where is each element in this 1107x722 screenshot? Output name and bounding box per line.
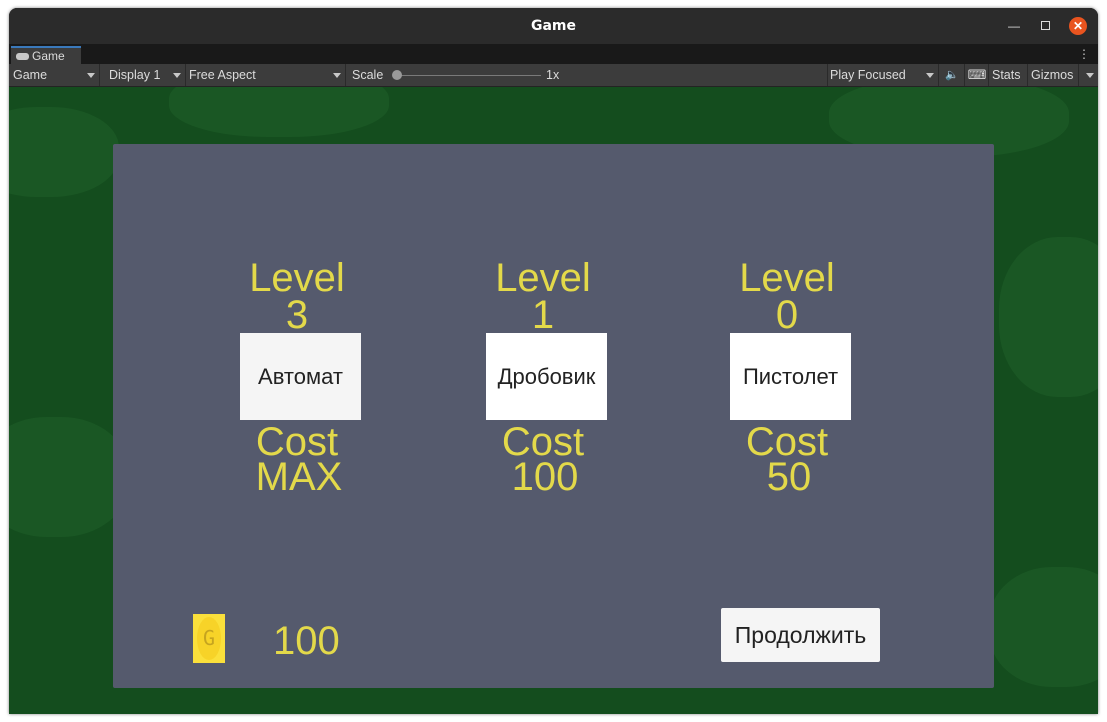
tab-game[interactable]: Game: [11, 46, 81, 64]
background-blob: [989, 567, 1098, 687]
cost-value: MAX: [255, 455, 343, 499]
level-value: 3: [285, 293, 309, 337]
more-options-icon[interactable]: ⋮: [1078, 46, 1090, 62]
weapon-button-shotgun[interactable]: Дробовик: [486, 333, 607, 420]
game-window: Game — ✕ Game ⋮ Game Display 1 Free Aspe…: [9, 8, 1098, 714]
level-value: 0: [775, 293, 799, 337]
scale-slider-handle[interactable]: [392, 70, 402, 80]
minimize-icon[interactable]: —: [1005, 17, 1023, 35]
chevron-down-icon: [926, 73, 934, 78]
background-blob: [999, 237, 1098, 397]
chevron-down-icon: [333, 73, 341, 78]
cost-value: 50: [766, 455, 812, 499]
display-dropdown[interactable]: Display 1: [109, 64, 185, 86]
scale-value: 1x: [546, 68, 560, 82]
level-label: Level: [495, 256, 591, 300]
aspect-label: Free Aspect: [189, 68, 256, 82]
money-amount: 100: [273, 619, 340, 663]
weapon-button-automat[interactable]: Автомат: [240, 333, 361, 420]
display-label: Display 1: [109, 68, 161, 82]
gamepad-icon: [16, 53, 29, 61]
background-blob: [169, 87, 389, 137]
play-mode-dropdown[interactable]: Play Focused: [830, 64, 938, 86]
gizmos-button[interactable]: Gizmos: [1031, 64, 1077, 86]
cost-value: 100: [511, 455, 579, 499]
play-mode-label: Play Focused: [830, 68, 906, 82]
game-toolbar: Game Display 1 Free Aspect Scale 1x Play…: [9, 64, 1098, 87]
tab-label: Game: [32, 49, 65, 63]
scale-slider-track[interactable]: [397, 75, 541, 76]
level-label: Level: [739, 256, 835, 300]
game-viewport[interactable]: Level 3 Автомат Cost MAX Level 1 Дробови…: [9, 87, 1098, 714]
background-blob: [9, 417, 129, 537]
chevron-down-icon: [87, 73, 95, 78]
shop-panel: Level 3 Автомат Cost MAX Level 1 Дробови…: [113, 144, 994, 688]
window-title: Game: [530, 18, 577, 34]
title-bar: Game — ✕: [9, 8, 1098, 44]
tab-bar: Game ⋮: [9, 44, 1098, 64]
weapon-button-pistol[interactable]: Пистолет: [730, 333, 851, 420]
coin-letter: G: [202, 626, 216, 650]
close-icon[interactable]: ✕: [1069, 17, 1087, 35]
view-mode-label: Game: [13, 68, 48, 82]
view-mode-dropdown[interactable]: Game: [13, 64, 99, 86]
gizmos-dropdown[interactable]: [1080, 64, 1098, 86]
keyboard-icon[interactable]: ⌨: [967, 64, 987, 86]
level-value: 1: [531, 293, 555, 337]
aspect-dropdown[interactable]: Free Aspect: [189, 64, 345, 86]
background-blob: [9, 107, 119, 197]
stats-button[interactable]: Stats: [992, 64, 1026, 86]
audio-icon[interactable]: 🔈: [941, 64, 963, 86]
coin-icon: G: [193, 614, 225, 663]
maximize-icon[interactable]: [1036, 17, 1054, 35]
chevron-down-icon: [173, 73, 181, 78]
level-label: Level: [249, 256, 345, 300]
continue-button[interactable]: Продолжить: [721, 608, 880, 662]
chevron-down-icon: [1086, 73, 1094, 78]
scale-label: Scale: [352, 68, 384, 82]
